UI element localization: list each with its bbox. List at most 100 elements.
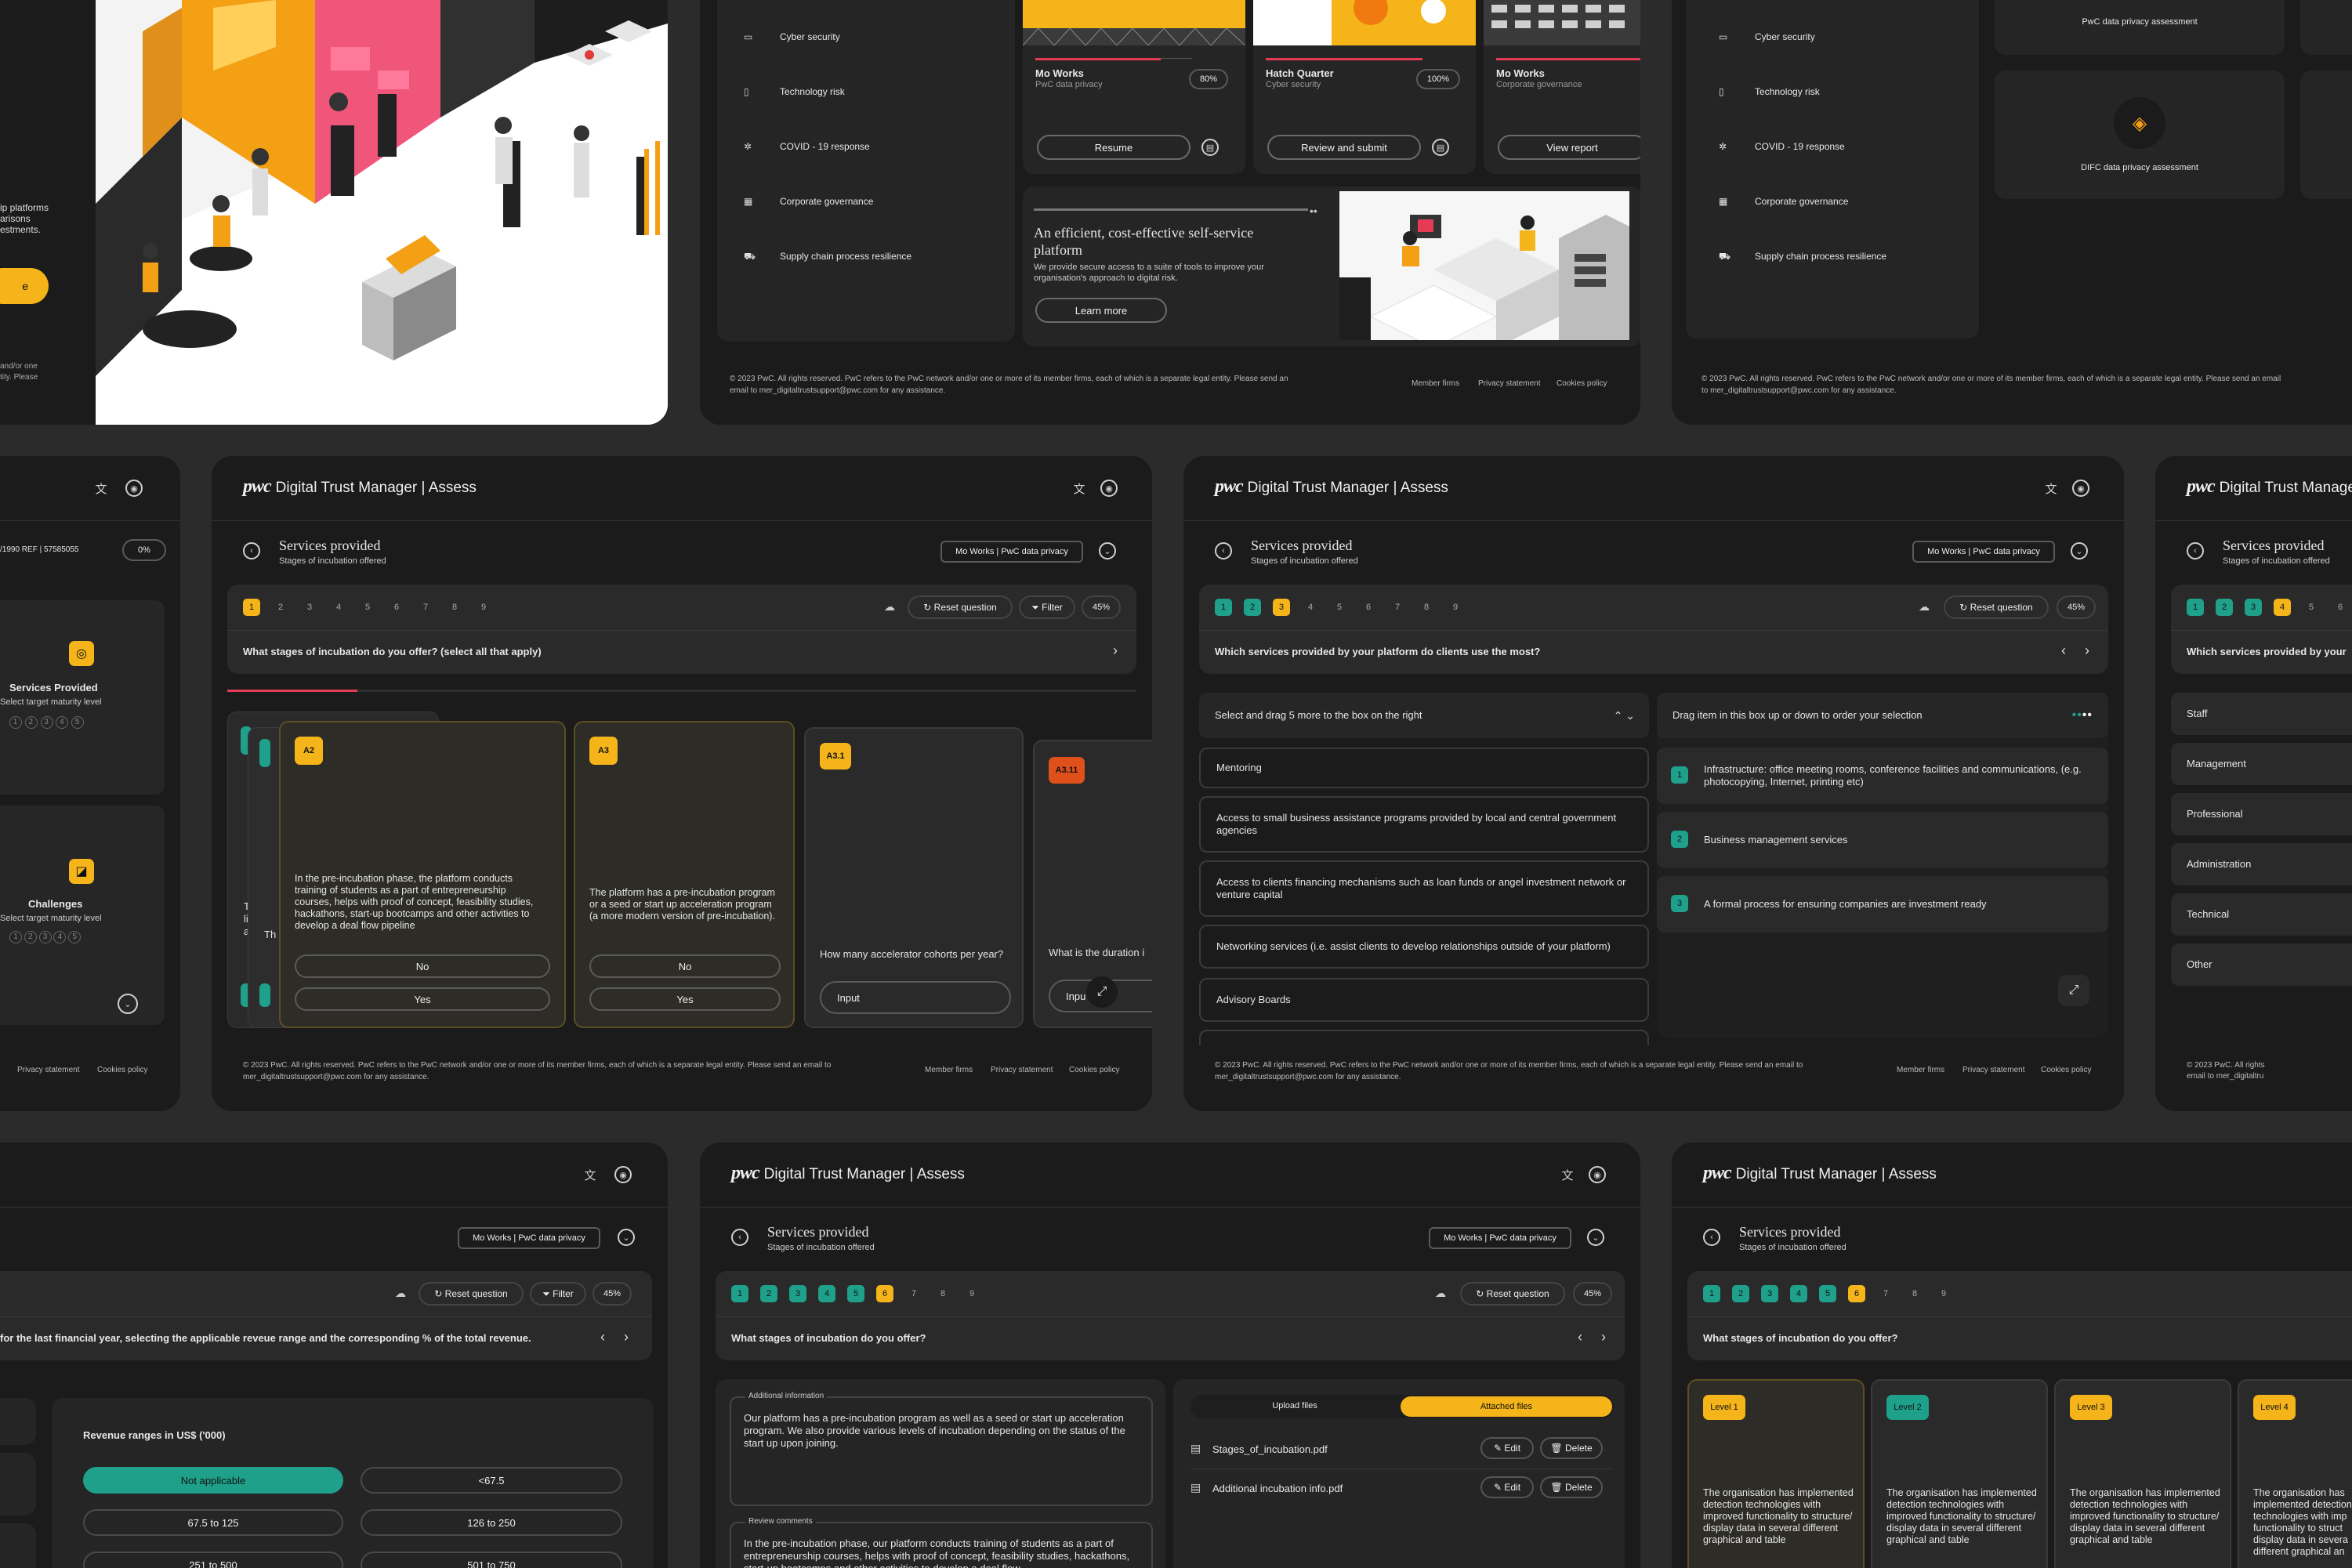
- chevron-down-icon[interactable]: ⌄: [618, 1229, 635, 1246]
- option-item[interactable]: Administration: [2171, 843, 2352, 885]
- context-selector[interactable]: Mo Works | PwC data privacy: [458, 1227, 600, 1249]
- range-not-applicable[interactable]: Not applicable: [83, 1467, 343, 1494]
- footer-member-firms[interactable]: Member firms: [1412, 379, 1459, 388]
- step-3[interactable]: 3: [1273, 599, 1290, 616]
- option-item[interactable]: [1199, 1030, 1649, 1045]
- services-provided-card[interactable]: ◎ Services Provided Select target maturi…: [0, 600, 165, 795]
- range-option[interactable]: 501 to 750: [361, 1552, 622, 1568]
- translate-icon[interactable]: 文: [1559, 1166, 1576, 1183]
- user-icon[interactable]: ◉: [614, 1166, 632, 1183]
- step-2[interactable]: 2: [2216, 599, 2233, 616]
- step-5[interactable]: 5: [1819, 1285, 1836, 1302]
- step-2[interactable]: 2: [1244, 599, 1261, 616]
- range-option[interactable]: 67.5 to 125: [83, 1509, 343, 1536]
- level-card-4[interactable]: Level 4 The organisation has implemented…: [2238, 1379, 2352, 1568]
- step-7[interactable]: 7: [905, 1285, 922, 1302]
- reset-question-button[interactable]: ↻ Reset question: [1460, 1282, 1565, 1305]
- step-8[interactable]: 8: [1906, 1285, 1923, 1302]
- step-4[interactable]: 4: [1302, 599, 1319, 616]
- option-item[interactable]: Advisory Boards: [1199, 978, 1649, 1022]
- nav-supply-chain[interactable]: ⛟ Supply chain process resilience: [1719, 251, 1886, 263]
- back-icon[interactable]: ‹: [1215, 542, 1232, 559]
- get-started-button[interactable]: e: [0, 268, 49, 304]
- file-name[interactable]: Additional incubation info.pdf: [1212, 1483, 1343, 1494]
- review-comments-field[interactable]: Review comments In the pre-incubation ph…: [730, 1517, 1153, 1568]
- chevron-down-icon[interactable]: ⌄: [1099, 542, 1116, 559]
- step-7[interactable]: 7: [417, 599, 434, 616]
- yes-button[interactable]: Yes: [589, 987, 781, 1011]
- step-1[interactable]: 1: [2187, 599, 2204, 616]
- footer-privacy[interactable]: Privacy statement: [1962, 1066, 2024, 1074]
- footer-privacy[interactable]: Privacy statement: [1478, 379, 1540, 388]
- nav-technology-risk[interactable]: ▯ Technology risk: [744, 86, 845, 97]
- ranked-item-1[interactable]: 1 Infrastructure: office meeting rooms, …: [1657, 748, 2108, 804]
- step-1[interactable]: 1: [731, 1285, 748, 1302]
- user-icon[interactable]: ◉: [2072, 480, 2089, 497]
- additional-info-field[interactable]: Additional information Our platform has …: [730, 1392, 1153, 1506]
- range-option[interactable]: 251 to 500: [83, 1552, 343, 1568]
- level-card-3[interactable]: Level 3 The organisation has implemented…: [2054, 1379, 2231, 1568]
- step-4[interactable]: 4: [330, 599, 347, 616]
- user-icon[interactable]: ◉: [1100, 480, 1118, 497]
- chevron-left-icon[interactable]: ‹: [1578, 1329, 1582, 1345]
- step-3[interactable]: 3: [1761, 1285, 1778, 1302]
- step-5[interactable]: 5: [847, 1285, 864, 1302]
- ranked-item-3[interactable]: 3 A formal process for ensuring companie…: [1657, 876, 2108, 932]
- option-item[interactable]: Mentoring: [1199, 748, 1649, 788]
- chevron-right-icon[interactable]: ›: [1113, 643, 1118, 659]
- step-5[interactable]: 5: [1331, 599, 1348, 616]
- assessment-card-1[interactable]: PwC data privacy assessment: [1995, 0, 2285, 55]
- edit-button[interactable]: ✎ Edit: [1480, 1476, 1534, 1498]
- scroll-thumb[interactable]: [227, 690, 357, 692]
- option-item[interactable]: Management: [2171, 743, 2352, 785]
- step-8[interactable]: 8: [934, 1285, 951, 1302]
- footer-cookies[interactable]: Cookies policy: [1557, 379, 1607, 388]
- level-card-2[interactable]: Level 2 The organisation has implemented…: [1871, 1379, 2048, 1568]
- option-item[interactable]: Access to small business assistance prog…: [1199, 796, 1649, 853]
- expand-icon[interactable]: ⤢: [1086, 976, 1118, 1008]
- cloud-icon[interactable]: ☁: [1435, 1287, 1446, 1300]
- footer-cookies[interactable]: Cookies policy: [1069, 1066, 1119, 1074]
- nav-corporate-governance[interactable]: ▦ Corporate governance: [1719, 196, 1848, 207]
- step-1[interactable]: 1: [1215, 599, 1232, 616]
- yes-button[interactable]: Yes: [295, 987, 550, 1011]
- view-report-button[interactable]: View report: [1498, 135, 1640, 160]
- nav-covid-response[interactable]: ✲ COVID - 19 response: [744, 141, 870, 152]
- step-6[interactable]: 6: [1360, 599, 1377, 616]
- step-8[interactable]: 8: [1418, 599, 1435, 616]
- reset-question-button[interactable]: ↻ Reset question: [908, 596, 1013, 619]
- learn-more-button[interactable]: Learn more: [1035, 298, 1167, 323]
- expand-icon[interactable]: ⤢: [2058, 975, 2089, 1006]
- step-3[interactable]: 3: [301, 599, 318, 616]
- filter-button[interactable]: ⏷ Filter: [530, 1282, 586, 1305]
- step-9[interactable]: 9: [1935, 1285, 1952, 1302]
- report-icon[interactable]: ▤: [1201, 139, 1219, 156]
- step-3[interactable]: 3: [2245, 599, 2262, 616]
- context-selector[interactable]: Mo Works | PwC data privacy: [1912, 541, 2055, 563]
- edit-button[interactable]: ✎ Edit: [1480, 1437, 1534, 1459]
- reset-question-button[interactable]: ↻ Reset question: [419, 1282, 524, 1305]
- cloud-icon[interactable]: ☁: [395, 1287, 406, 1300]
- user-icon[interactable]: ◉: [125, 480, 143, 497]
- step-5[interactable]: 5: [359, 599, 376, 616]
- back-icon[interactable]: ‹: [731, 1229, 748, 1246]
- level-selector[interactable]: 1 2 3 4 5: [9, 931, 82, 943]
- tab-upload-files[interactable]: Upload files: [1190, 1401, 1399, 1410]
- step-2[interactable]: 2: [272, 599, 289, 616]
- no-button[interactable]: No: [589, 954, 781, 978]
- chevron-down-icon[interactable]: ⌄: [1587, 1229, 1604, 1246]
- step-9[interactable]: 9: [963, 1285, 980, 1302]
- translate-icon[interactable]: 文: [1071, 480, 1088, 497]
- footer-privacy[interactable]: Privacy statement: [17, 1066, 79, 1074]
- chevron-right-icon[interactable]: ›: [2085, 643, 2089, 659]
- nav-corporate-governance[interactable]: ▦ Corporate governance: [744, 196, 873, 207]
- back-icon[interactable]: ‹: [2187, 542, 2204, 559]
- range-option[interactable]: 126 to 250: [361, 1509, 622, 1536]
- nav-cyber-security[interactable]: ▭ Cyber security: [1719, 31, 1815, 42]
- assessment-card-4[interactable]: [2300, 71, 2352, 199]
- assessment-card-3[interactable]: [2300, 0, 2352, 55]
- context-selector[interactable]: Mo Works | PwC data privacy: [1429, 1227, 1571, 1249]
- step-6[interactable]: 6: [876, 1285, 893, 1302]
- delete-button[interactable]: 🗑 Delete: [1540, 1476, 1603, 1498]
- step-4[interactable]: 4: [2274, 599, 2291, 616]
